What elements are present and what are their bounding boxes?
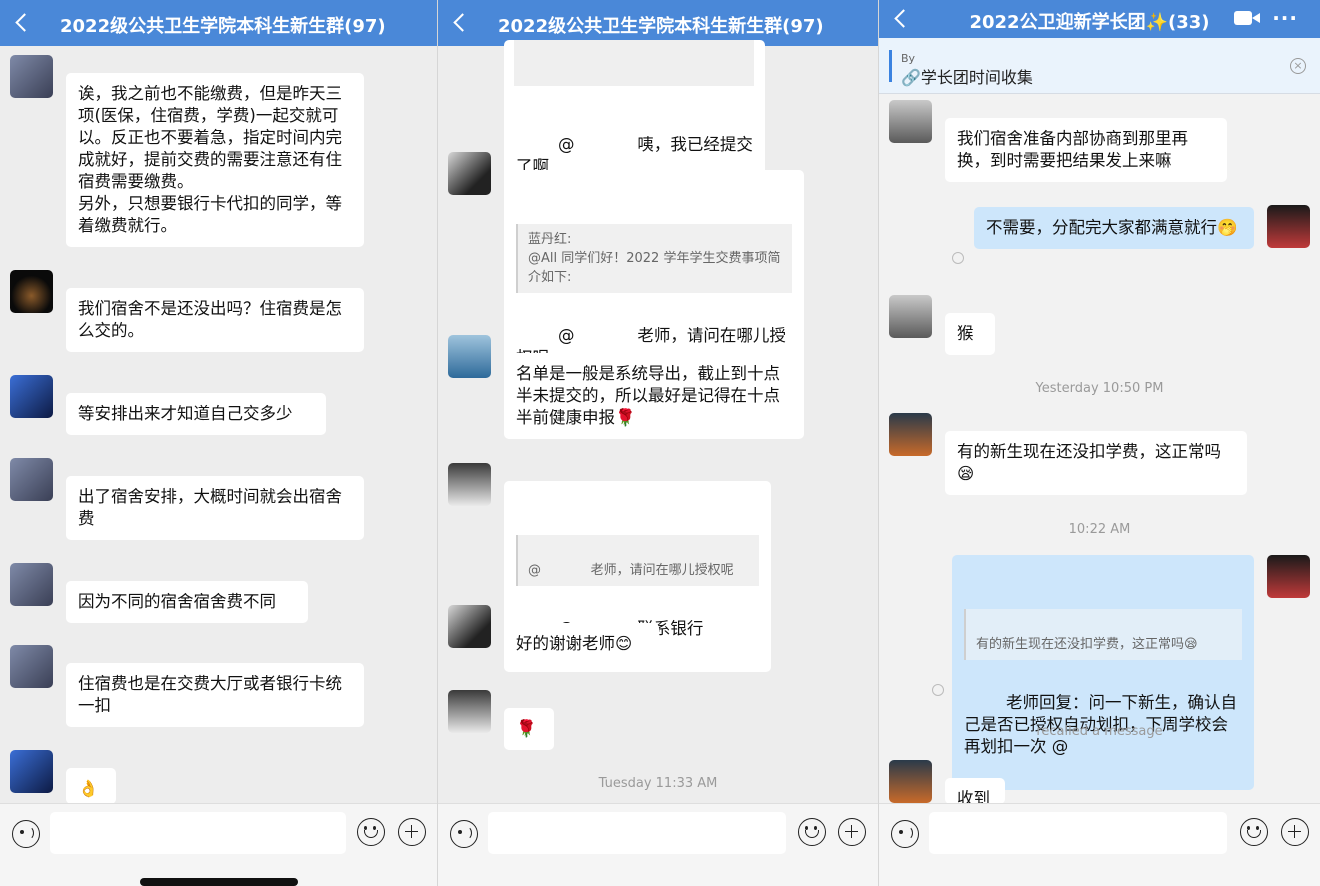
image-preview	[514, 40, 754, 86]
avatar[interactable]	[10, 55, 53, 98]
avatar[interactable]	[10, 458, 53, 501]
message-bubble[interactable]: 等安排出来才知道自己交多少	[66, 393, 326, 435]
message-bubble[interactable]: 我们宿舍不是还没出吗？住宿费是怎么交的。	[66, 288, 364, 352]
timestamp: Tuesday 11:33 AM	[598, 776, 718, 791]
close-icon[interactable]: ×	[1290, 58, 1306, 74]
message-bubble[interactable]: 有的新生现在还没扣学费，这正常吗😪 老师回复：问一下新生，确认自己是否已授权自动…	[952, 555, 1254, 790]
avatar[interactable]	[10, 645, 53, 688]
message-bubble[interactable]: 收到	[945, 778, 1005, 804]
pinned-text: 🔗学长团时间收集	[901, 68, 1033, 87]
avatar[interactable]	[889, 413, 932, 456]
chat-title: 2022公卫迎新学长团✨(33)	[969, 12, 1210, 33]
message-bubble[interactable]: 不需要，分配完大家都满意就行🤭	[974, 207, 1254, 249]
timestamp: 10:22 AM	[1068, 522, 1131, 537]
chat-panel-2: 2022级公共卫生学院本科生新生群(97) @ 咦，我已经提交了啊 蓝丹红: @…	[437, 0, 878, 886]
chat-title: 2022级公共卫生学院本科生新生群(97)	[60, 16, 386, 37]
avatar[interactable]	[889, 295, 932, 338]
message-bubble[interactable]: 好的谢谢老师😊	[504, 623, 659, 665]
chat-screens: 2022级公共卫生学院本科生新生群(97) 诶，我之前也不能缴费，但是昨天三项(…	[0, 0, 1320, 886]
avatar[interactable]	[10, 750, 53, 793]
message-input[interactable]	[50, 812, 346, 854]
emoji-icon[interactable]	[798, 818, 826, 846]
back-arrow-icon[interactable]	[10, 9, 36, 37]
quoted-message: @ 老师，请问在哪儿授权呢	[516, 535, 759, 586]
avatar[interactable]	[1267, 205, 1310, 248]
chat-header: 2022级公共卫生学院本科生新生群(97)	[0, 0, 437, 46]
message-bubble[interactable]: 我们宿舍准备内部协商到那里再换，到时需要把结果发上来嘛	[945, 118, 1227, 182]
message-bubble[interactable]: 出了宿舍安排，大概时间就会出宿舍费	[66, 476, 364, 540]
voice-icon[interactable]	[891, 820, 919, 848]
message-bubble[interactable]: 有的新生现在还没扣学费，这正常吗😪	[945, 431, 1247, 495]
input-bar	[879, 803, 1320, 886]
avatar[interactable]	[10, 270, 53, 313]
message-bubble[interactable]: 住宿费也是在交费大厅或者银行卡统一扣	[66, 663, 364, 727]
avatar[interactable]	[10, 375, 53, 418]
read-status-icon	[952, 252, 964, 264]
avatar[interactable]	[448, 152, 491, 195]
back-arrow-icon[interactable]	[889, 5, 915, 33]
read-status-icon	[932, 684, 944, 696]
chat-header: 2022公卫迎新学长团✨(33) ···	[879, 0, 1320, 38]
emoji-icon[interactable]	[357, 818, 385, 846]
emoji-icon[interactable]	[1240, 818, 1268, 846]
message-input[interactable]	[929, 812, 1227, 854]
quoted-message: 有的新生现在还没扣学费，这正常吗😪	[964, 609, 1242, 660]
input-bar	[0, 803, 437, 886]
avatar[interactable]	[889, 760, 932, 803]
plus-icon[interactable]	[838, 818, 866, 846]
message-bubble[interactable]: 名单是一般是系统导出，截止到十点半未提交的，所以最好是记得在十点半前健康申报🌹	[504, 353, 804, 439]
chat-title: 2022级公共卫生学院本科生新生群(97)	[498, 16, 824, 37]
input-bar	[438, 803, 878, 886]
avatar[interactable]	[1267, 555, 1310, 598]
message-bubble[interactable]: 诶，我之前也不能缴费，但是昨天三项(医保，住宿费，学费)一起交就可以。反正也不要…	[66, 73, 364, 247]
home-indicator	[140, 878, 298, 886]
message-bubble[interactable]: 因为不同的宿舍宿舍费不同	[66, 581, 308, 623]
voice-icon[interactable]	[450, 820, 478, 848]
timestamp: Yesterday 10:50 PM	[1035, 381, 1164, 396]
quoted-message: 蓝丹红: @All 同学们好！2022 学年学生交费事项简介如下:	[516, 224, 792, 293]
message-bubble[interactable]: 猴	[945, 313, 995, 355]
plus-icon[interactable]	[398, 818, 426, 846]
avatar[interactable]	[448, 463, 491, 506]
message-input[interactable]	[488, 812, 786, 854]
video-call-icon[interactable]	[1234, 11, 1260, 25]
chat-panel-3: 2022公卫迎新学长团✨(33) ··· By 🔗学长团时间收集 × 我们宿舍准…	[878, 0, 1320, 886]
pinned-message[interactable]: By 🔗学长团时间收集 ×	[879, 38, 1320, 94]
more-options-icon[interactable]: ···	[1272, 6, 1298, 30]
plus-icon[interactable]	[1281, 818, 1309, 846]
avatar[interactable]	[448, 605, 491, 648]
avatar[interactable]	[448, 335, 491, 378]
message-bubble[interactable]: 👌	[66, 768, 116, 804]
avatar[interactable]	[889, 100, 932, 143]
back-arrow-icon[interactable]	[448, 9, 474, 37]
avatar[interactable]	[448, 690, 491, 733]
avatar[interactable]	[10, 563, 53, 606]
chat-panel-1: 2022级公共卫生学院本科生新生群(97) 诶，我之前也不能缴费，但是昨天三项(…	[0, 0, 437, 886]
message-bubble[interactable]: 🌹	[504, 708, 554, 750]
recalled-notice: recalled a message	[1036, 724, 1163, 739]
voice-icon[interactable]	[12, 820, 40, 848]
pinned-accent-bar	[889, 50, 892, 82]
